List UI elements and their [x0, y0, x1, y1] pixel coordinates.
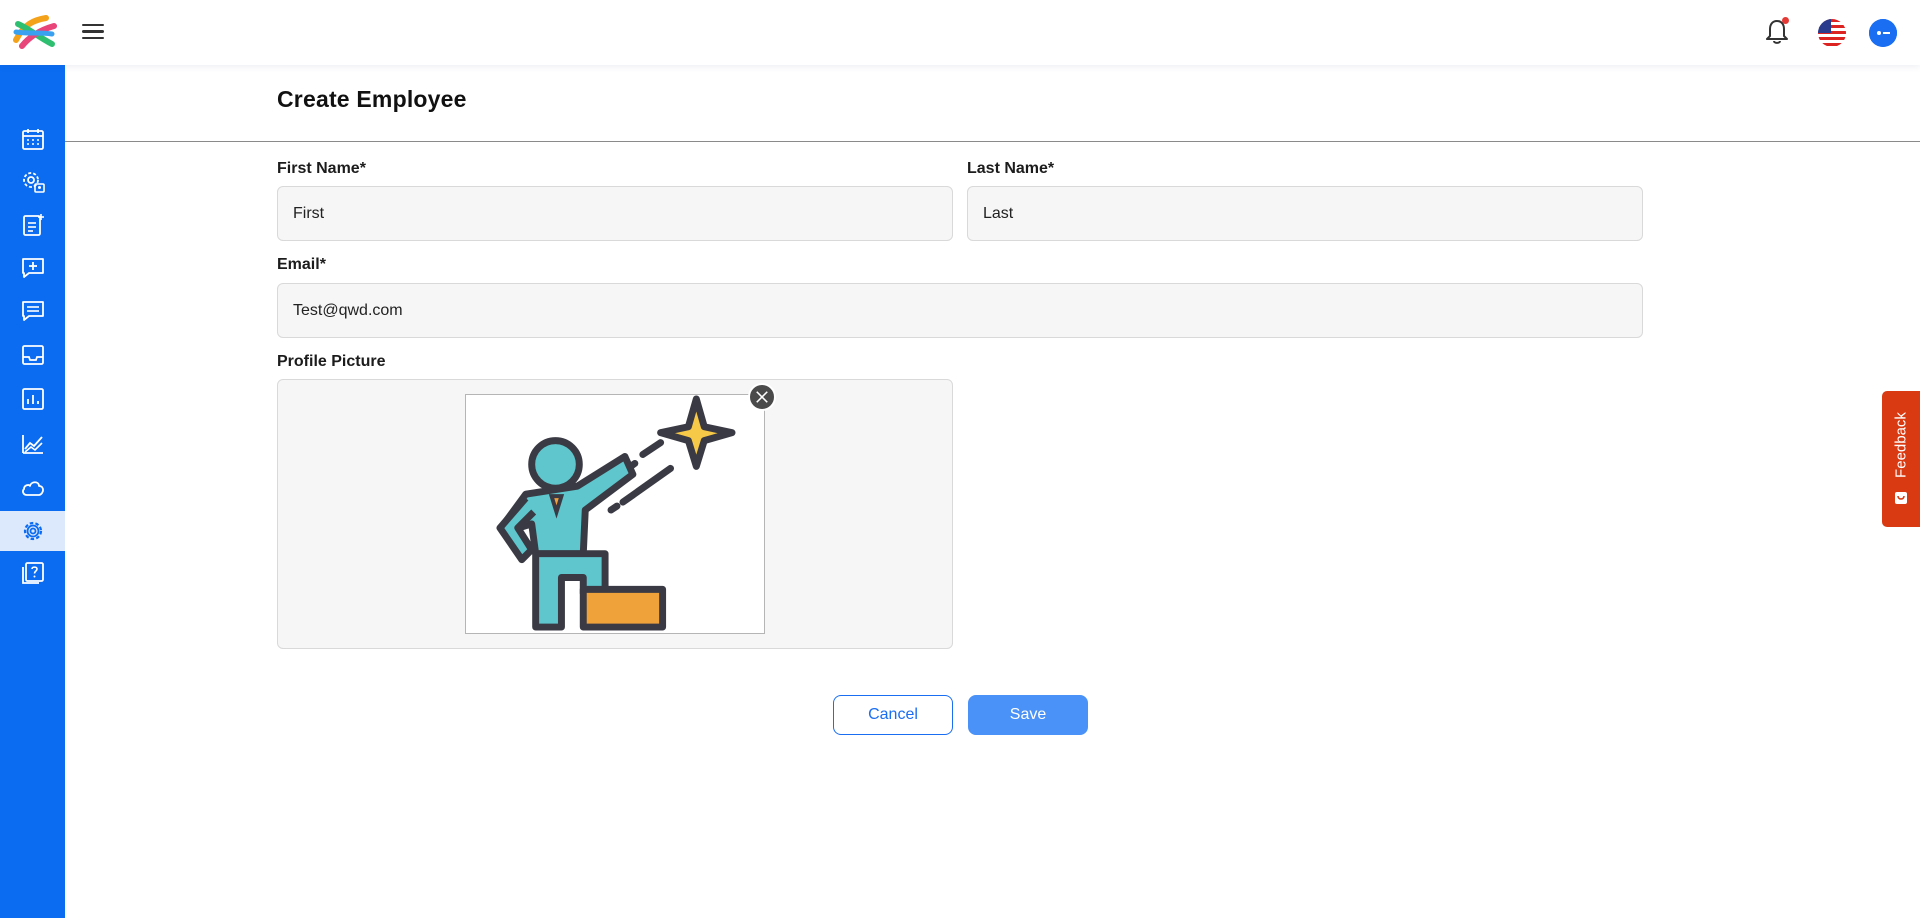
sidebar-item-calendar[interactable]: [0, 119, 65, 159]
menu-toggle-icon[interactable]: [80, 20, 106, 46]
first-name-label: First Name*: [277, 160, 366, 177]
cloud-icon: [21, 481, 44, 496]
feedback-label: Feedback: [1892, 412, 1910, 478]
close-icon: [756, 391, 768, 403]
document-add-icon: [22, 214, 44, 236]
messages-icon: [21, 301, 44, 321]
settings-icon: [23, 521, 42, 541]
sidebar-item-help[interactable]: [0, 553, 65, 593]
user-settings-icon: [22, 172, 45, 193]
sidebar-item-analytics[interactable]: [0, 424, 65, 464]
email-input[interactable]: [277, 283, 1643, 338]
sidebar: [0, 65, 65, 918]
remove-picture-button[interactable]: [748, 383, 776, 411]
email-label: Email*: [277, 256, 326, 273]
title-divider: [65, 141, 1920, 142]
us-flag-icon[interactable]: [1818, 19, 1846, 47]
notification-bell-icon[interactable]: [1764, 17, 1790, 46]
analytics-icon: [21, 435, 43, 454]
feedback-icon: [1895, 492, 1907, 504]
sidebar-item-cloud[interactable]: [0, 468, 65, 508]
calendar-icon: [21, 129, 44, 150]
inbox-icon: [21, 345, 44, 365]
user-avatar[interactable]: [1869, 19, 1897, 47]
sidebar-item-inbox[interactable]: [0, 335, 65, 375]
last-name-label: Last Name*: [967, 160, 1055, 177]
achievement-illustration-icon: [496, 395, 736, 631]
report-icon: [21, 388, 44, 410]
top-bar: [0, 0, 1920, 65]
sidebar-item-reports[interactable]: [0, 379, 65, 419]
sidebar-item-user-settings[interactable]: [0, 162, 65, 202]
sidebar-item-messages[interactable]: [0, 291, 65, 331]
save-button[interactable]: Save: [968, 695, 1088, 735]
profile-picture-preview: [465, 394, 765, 634]
sidebar-item-chat-add[interactable]: [0, 248, 65, 288]
chat-add-icon: [21, 258, 44, 278]
app-logo[interactable]: [12, 14, 58, 50]
sidebar-item-settings[interactable]: [0, 511, 65, 551]
help-icon: [21, 562, 44, 584]
feedback-tab[interactable]: Feedback: [1882, 391, 1920, 527]
notification-dot: [1782, 17, 1789, 24]
profile-picture-label: Profile Picture: [277, 353, 386, 370]
first-name-input[interactable]: [277, 186, 953, 241]
page-title: Create Employee: [277, 86, 467, 112]
cancel-button[interactable]: Cancel: [833, 695, 953, 735]
sidebar-item-documents[interactable]: [0, 205, 65, 245]
last-name-input[interactable]: [967, 186, 1643, 241]
